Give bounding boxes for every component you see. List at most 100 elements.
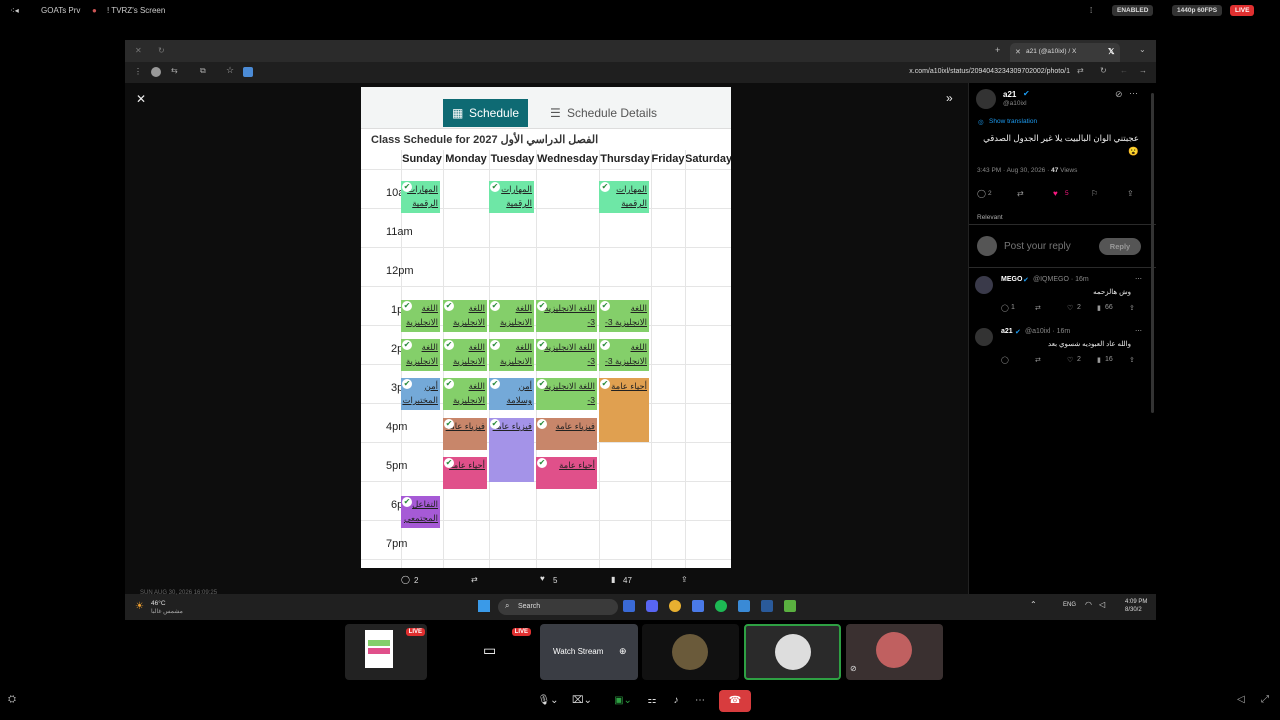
reply-icon[interactable]: ◯: [1001, 356, 1009, 364]
retweet-icon[interactable]: ⇄: [1017, 189, 1024, 198]
app-icon[interactable]: [623, 600, 635, 612]
class-event[interactable]: ✔ المهارات الرقمية: [599, 181, 649, 213]
reply-author[interactable]: a21: [1001, 328, 1013, 335]
language-indicator[interactable]: ENG: [1063, 602, 1076, 608]
heart-icon[interactable]: ♥: [1053, 189, 1058, 198]
server-name[interactable]: GOATs Prv: [41, 6, 80, 15]
tab-menu-icon[interactable]: ⌄: [1139, 45, 1146, 54]
menu-icon[interactable]: ⋮: [134, 67, 142, 76]
reply-item[interactable]: MEGO ✔ @IQMEGO · 16m ⋯ وش هالزحمه ◯ 1 ⇄ ♡…: [975, 276, 1151, 326]
hide-icon[interactable]: ⁞: [1090, 6, 1092, 15]
grok-icon[interactable]: ⊘: [1115, 89, 1123, 100]
class-event[interactable]: ✔اللغة الانجليزية 3-: [401, 339, 440, 371]
app-icon[interactable]: [243, 67, 253, 77]
class-event[interactable]: ✔اللغة الانجليزية 3-: [599, 339, 649, 371]
participant-tile[interactable]: ⊘: [846, 624, 943, 680]
close-viewer-icon[interactable]: ✕: [136, 92, 146, 106]
reply-avatar[interactable]: [975, 328, 993, 346]
class-event[interactable]: ✔ أمن المختبرات: [401, 378, 440, 410]
activities-button[interactable]: ⚏: [644, 690, 660, 712]
camera-button[interactable]: ⌧⌄: [567, 690, 597, 712]
watch-stream-button[interactable]: Watch Stream: [553, 647, 603, 656]
reply-icon[interactable]: ◯: [401, 575, 410, 584]
stream-tile-watch[interactable]: Watch Stream ⊕: [540, 624, 638, 680]
reply-author[interactable]: MEGO: [1001, 276, 1022, 283]
author-name[interactable]: a21: [1003, 90, 1016, 99]
app-icon[interactable]: [738, 600, 750, 612]
activity-icon[interactable]: ⛭: [8, 694, 16, 705]
chrome-icon[interactable]: [669, 600, 681, 612]
spotify-icon[interactable]: [715, 600, 727, 612]
url-field[interactable]: x.com/a10ixl/status/2094043234309702002/…: [909, 68, 1070, 75]
app-icon[interactable]: [692, 600, 704, 612]
expand-icon[interactable]: »: [946, 91, 953, 105]
steam-icon[interactable]: [761, 600, 773, 612]
back-icon[interactable]: →: [1139, 66, 1147, 75]
reply-item[interactable]: a21 ✔ @a10ixl · 16m ⋯ والله عاد العبوديه…: [975, 328, 1151, 378]
screen-share-button[interactable]: ▣⌄: [608, 690, 638, 712]
class-event[interactable]: ✔اللغة الانجليزية 3-: [536, 378, 597, 410]
more-icon[interactable]: ⋯: [1135, 327, 1142, 335]
bookmark-icon[interactable]: ⚐: [1091, 189, 1098, 198]
reply-icon[interactable]: ◯: [1001, 304, 1009, 312]
stream-tile-screen[interactable]: ▭ LIVE: [441, 624, 535, 680]
class-event[interactable]: ✔أمن وسلامة المختبرات: [489, 378, 534, 410]
site-settings-icon[interactable]: ⇄: [1077, 66, 1084, 75]
class-event[interactable]: ✔التفاعل المجتمعي 1: [401, 496, 440, 528]
disconnect-button[interactable]: ☎: [719, 690, 751, 712]
share-icon[interactable]: ⇪: [1129, 304, 1135, 312]
reply-icon[interactable]: ◯: [977, 189, 986, 198]
scrollbar[interactable]: [1151, 93, 1154, 413]
tab-close-icon[interactable]: ✕: [1015, 48, 1021, 56]
class-event[interactable]: ✔ فيزياء عامة: [536, 418, 597, 450]
class-event[interactable]: ✔اللغة الانجليزية 3-: [489, 339, 534, 371]
new-tab-icon[interactable]: +: [995, 45, 1000, 55]
profile-icon[interactable]: [151, 67, 161, 77]
show-translation-link[interactable]: Show translation: [989, 118, 1037, 125]
more-icon[interactable]: ⋯: [1135, 275, 1142, 283]
reload-icon[interactable]: ↻: [1100, 66, 1107, 75]
taskbar-search[interactable]: ⌕ Search: [498, 599, 618, 615]
volume-icon[interactable]: ◁: [1237, 694, 1245, 705]
puzzle-icon[interactable]: ⧉: [200, 66, 206, 76]
retweet-icon[interactable]: ⇄: [1035, 304, 1041, 312]
class-event[interactable]: ✔اللغة الانجليزية 3-: [536, 300, 597, 332]
class-event[interactable]: ✔ المهارات الرقمية: [489, 181, 534, 213]
discord-icon[interactable]: [646, 600, 658, 612]
participant-tile[interactable]: [642, 624, 739, 680]
volume-icon[interactable]: ◁: [1099, 600, 1105, 609]
class-event[interactable]: ✔ فيزياء عامة: [443, 418, 487, 450]
microphone-button[interactable]: 🎙︎⌄: [533, 690, 563, 712]
tab-schedule-details[interactable]: ☰ Schedule Details: [541, 99, 681, 127]
class-event[interactable]: ✔اللغة الانجليزية 3-: [401, 300, 440, 332]
more-icon[interactable]: ⋯: [1129, 88, 1138, 99]
class-event[interactable]: ✔ أحياء عامة: [599, 378, 649, 442]
class-event[interactable]: ✔اللغة الانجليزية 3-: [489, 300, 534, 332]
reply-button[interactable]: Reply: [1099, 238, 1141, 255]
heart-icon[interactable]: ♡: [1067, 356, 1073, 364]
active-tab[interactable]: ✕ a21 (@a10ixl) / X 𝕏: [1010, 43, 1120, 62]
class-event[interactable]: ✔اللغة الانجليزية 3-: [443, 339, 487, 371]
participant-tile-speaking[interactable]: [744, 624, 841, 680]
share-icon[interactable]: ⇪: [681, 575, 688, 584]
heart-icon[interactable]: ♥: [540, 574, 545, 583]
class-event[interactable]: ✔اللغة الانجليزية 3-: [536, 339, 597, 371]
share-icon[interactable]: ⇪: [1129, 356, 1135, 364]
forward-icon[interactable]: ←: [1120, 66, 1128, 75]
windows-start-icon[interactable]: [478, 600, 490, 612]
class-event[interactable]: ✔ المهارات الرقمية: [401, 181, 440, 213]
class-event[interactable]: ✔ فيزياء عامة: [489, 418, 534, 482]
share-icon[interactable]: ⇪: [1127, 189, 1134, 198]
bookmark-star-icon[interactable]: ☆: [226, 65, 234, 76]
app-icon[interactable]: [784, 600, 796, 612]
class-event[interactable]: ✔ أحياء عامة: [536, 457, 597, 489]
reply-input[interactable]: Post your reply: [1004, 241, 1071, 252]
heart-icon[interactable]: ♡: [1067, 304, 1073, 312]
tray-arrow-icon[interactable]: ⌃: [1030, 600, 1037, 609]
weather-temp[interactable]: 46°C: [151, 600, 166, 607]
clock-date[interactable]: 8/30/2: [1125, 607, 1142, 613]
class-event[interactable]: ✔اللغة الانجليزية 3-: [443, 378, 487, 410]
extension-icon[interactable]: ⇆: [171, 66, 178, 75]
reply-avatar[interactable]: [975, 276, 993, 294]
more-options-button[interactable]: ⋯: [690, 690, 710, 712]
